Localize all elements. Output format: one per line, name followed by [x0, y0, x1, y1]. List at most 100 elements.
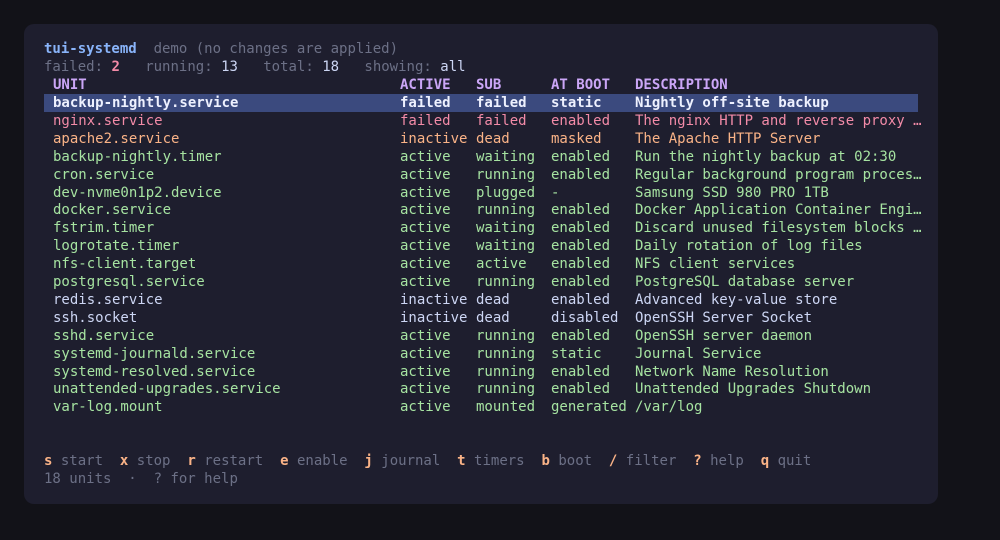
table-row[interactable]: postgresql.service active running enabled Po… — [44, 273, 918, 291]
sub-state: running — [476, 327, 536, 344]
key-hint[interactable]: j journal — [364, 453, 440, 469]
key-hint-key: b — [541, 453, 550, 469]
app-name: tui-systemd — [44, 41, 137, 57]
key-hint-key: e — [280, 453, 289, 469]
active-state: inactive — [400, 130, 468, 147]
table-row[interactable]: unattended-upgrades.service active running… — [44, 380, 918, 398]
unit-name: logrotate.timer — [53, 238, 180, 255]
unit-name: postgresql.service — [53, 274, 205, 290]
key-hint-label: journal — [381, 453, 441, 469]
key-hint-key: j — [364, 453, 373, 469]
unit-name: backup-nightly.service — [53, 95, 239, 111]
key-hint[interactable]: e enable — [280, 453, 347, 469]
active-state: failed — [400, 112, 451, 129]
mode-note: demo (no changes are applied) — [153, 41, 399, 57]
unit-count: 18 units — [44, 471, 112, 487]
boot-state: enabled — [551, 238, 611, 255]
running-count: 13 — [221, 59, 238, 75]
table-row[interactable]: backup-nightly.timer active waiting enabled… — [44, 148, 918, 166]
table-row[interactable]: var-log.mount active mounted generated/var/… — [44, 398, 918, 416]
active-state: inactive — [400, 309, 468, 326]
sub-state: failed — [476, 95, 527, 111]
key-hint-key: ? — [693, 453, 702, 469]
key-hint[interactable]: ? help — [693, 453, 744, 469]
active-state: inactive — [400, 291, 468, 308]
title-line: tui-systemd demo (no changes are applied… — [44, 40, 918, 58]
unit-name: nginx.service — [53, 112, 163, 129]
unit-name: unattended-upgrades.service — [53, 381, 281, 398]
boot-state: enabled — [551, 148, 611, 165]
unit-description: Network Name Resolution — [635, 363, 829, 380]
column-header-description[interactable]: DESCRIPTION — [635, 76, 925, 94]
sub-state: waiting — [476, 148, 536, 165]
unit-description: Discard unused filesystem blocks … — [635, 220, 922, 237]
table-row[interactable]: cron.service active running enabled Regular … — [44, 166, 922, 184]
active-state: active — [400, 327, 451, 344]
sub-state: running — [476, 363, 536, 380]
boot-state: static — [551, 345, 602, 362]
boot-state: - — [551, 184, 560, 201]
boot-state: static — [551, 95, 602, 111]
table-row[interactable]: ssh.socket inactive dead disabled OpenSSH Se… — [44, 309, 918, 327]
sub-state: waiting — [476, 220, 536, 237]
table-row[interactable]: backup-nightly.service failed failed static… — [44, 94, 918, 112]
unit-description: Samsung SSD 980 PRO 1TB — [635, 184, 829, 201]
column-header-sub[interactable]: SUB — [476, 76, 548, 94]
key-hint[interactable]: r restart — [187, 453, 263, 469]
column-header-unit[interactable]: UNIT — [53, 76, 373, 94]
unit-name: systemd-journald.service — [53, 345, 256, 362]
unit-description: Unattended Upgrades Shutdown — [635, 381, 872, 398]
unit-name: var-log.mount — [53, 399, 163, 416]
sub-state: failed — [476, 112, 527, 129]
key-hint[interactable]: q quit — [761, 453, 812, 469]
table-row[interactable]: sshd.service active running enabled OpenSSH … — [44, 327, 918, 345]
unit-name: dev-nvme0n1p2.device — [53, 184, 222, 201]
active-state: active — [400, 363, 451, 380]
table-row[interactable]: nfs-client.target active active enabled NFS … — [44, 255, 918, 273]
key-hint[interactable]: t timers — [457, 453, 524, 469]
table-row[interactable]: apache2.service inactive dead masked The Apa… — [44, 130, 918, 148]
boot-state: disabled — [551, 309, 619, 326]
table-row[interactable]: systemd-resolved.service active running ena… — [44, 363, 918, 381]
table-row[interactable]: redis.service inactive dead enabled Advanced… — [44, 291, 918, 309]
failed-label: failed: — [44, 59, 104, 75]
unit-description: /var/log — [635, 399, 703, 416]
key-hint-key: x — [119, 453, 129, 469]
key-hint[interactable]: s start — [44, 453, 103, 469]
key-hint-label: help — [710, 453, 744, 469]
active-state: active — [400, 274, 451, 290]
help-hint: ? for help — [153, 471, 238, 487]
terminal-window: tui-systemd demo (no changes are applied… — [24, 24, 938, 504]
table-row[interactable]: nginx.service failed failed enabled The ngin… — [44, 112, 922, 130]
unit-description: PostgreSQL database server — [635, 274, 855, 290]
boot-state: enabled — [551, 166, 611, 183]
unit-description: Journal Service — [635, 345, 762, 362]
unit-description: Docker Application Container Engi… — [635, 202, 922, 219]
key-hint-key: q — [760, 453, 770, 469]
unit-name: systemd-resolved.service — [53, 363, 256, 380]
active-state: active — [400, 220, 451, 237]
sub-state: running — [476, 345, 536, 362]
table-row[interactable]: fstrim.timer active waiting enabled Discard … — [44, 219, 922, 237]
table-row[interactable]: systemd-journald.service active running sta… — [44, 345, 918, 363]
table-row[interactable]: docker.service active running enabled Docker… — [44, 201, 922, 219]
sub-state: dead — [476, 309, 510, 326]
sub-state: running — [476, 166, 536, 183]
status-separator: · — [128, 471, 137, 487]
table-row[interactable]: dev-nvme0n1p2.device active plugged - Samsun… — [44, 184, 918, 202]
table-row[interactable]: logrotate.timer active waiting enabled Daily… — [44, 237, 918, 255]
key-hint-label: enable — [296, 453, 348, 469]
column-header-active[interactable]: ACTIVE — [400, 76, 472, 94]
boot-state: enabled — [551, 274, 611, 290]
boot-state: enabled — [551, 112, 611, 129]
boot-state: enabled — [551, 256, 611, 273]
key-hint-key: / — [608, 453, 618, 469]
key-hint[interactable]: b boot — [541, 453, 592, 469]
active-state: failed — [400, 95, 451, 111]
column-header-at-boot[interactable]: AT BOOT — [551, 76, 633, 94]
unit-name: ssh.socket — [53, 309, 138, 326]
unit-description: The nginx HTTP and reverse proxy … — [635, 112, 922, 129]
key-hint[interactable]: x stop — [120, 453, 171, 469]
key-hint[interactable]: / filter — [609, 453, 676, 469]
unit-name: redis.service — [53, 291, 163, 308]
